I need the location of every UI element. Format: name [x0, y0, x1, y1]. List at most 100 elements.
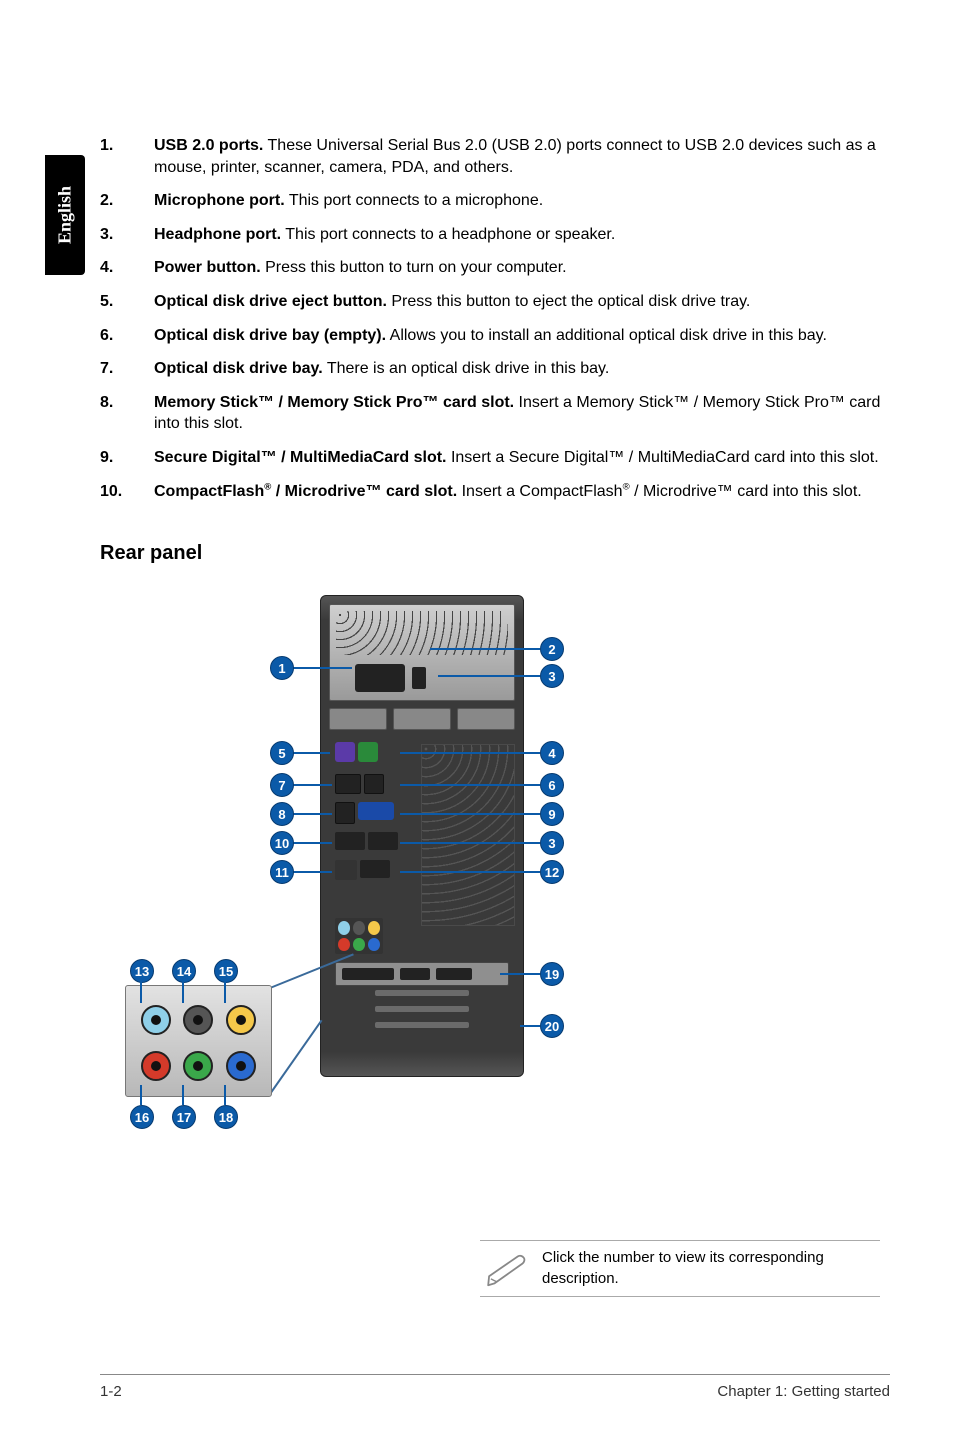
hdmi-port — [335, 774, 361, 794]
ps2-keyboard-port — [335, 742, 355, 762]
page-footer: 1-2 Chapter 1: Getting started — [100, 1374, 890, 1400]
note-text: Click the number to view its correspondi… — [536, 1248, 880, 1289]
callout-4[interactable]: 4 — [540, 741, 564, 765]
leader-line — [400, 784, 540, 786]
callout-18[interactable]: 18 — [214, 1105, 238, 1129]
callout-2[interactable]: 2 — [540, 637, 564, 661]
list-item: 3. Headphone port. This port connects to… — [100, 224, 890, 246]
item-text: Memory Stick™ / Memory Stick Pro™ card s… — [154, 392, 890, 435]
chassis-vent — [421, 744, 515, 926]
item-lead: Headphone port. — [154, 226, 281, 243]
leader-line — [292, 784, 332, 786]
item-number: 7. — [100, 358, 154, 380]
vga-port — [358, 802, 394, 820]
callout-17[interactable]: 17 — [172, 1105, 196, 1129]
item-text: CompactFlash® / Microdrive™ card slot. I… — [154, 481, 890, 503]
item-body: Allows you to install an additional opti… — [386, 327, 827, 344]
list-item: 8. Memory Stick™ / Memory Stick Pro™ car… — [100, 392, 890, 435]
leader-line — [400, 842, 540, 844]
gfx-vga — [436, 968, 472, 980]
audio-jack-block — [335, 918, 383, 954]
item-lead: Optical disk drive bay. — [154, 360, 323, 377]
callout-6[interactable]: 6 — [540, 773, 564, 797]
leader-line — [140, 981, 142, 1003]
dvi-port — [335, 802, 355, 824]
note-box: Click the number to view its correspondi… — [480, 1240, 880, 1297]
usb-pair — [360, 860, 390, 878]
front-panel-list: 1. USB 2.0 ports. These Universal Serial… — [100, 135, 890, 502]
callout-1[interactable]: 1 — [270, 656, 294, 680]
callout-3[interactable]: 3 — [540, 664, 564, 688]
item-lead: Power button. — [154, 259, 261, 276]
pencil-note-icon — [480, 1248, 536, 1290]
item-number: 5. — [100, 291, 154, 313]
callout-16[interactable]: 16 — [130, 1105, 154, 1129]
leader-line — [292, 752, 330, 754]
callout-15[interactable]: 15 — [214, 959, 238, 983]
item-number: 8. — [100, 392, 154, 435]
item-lead: USB 2.0 ports. — [154, 137, 263, 154]
rear-panel-heading: Rear panel — [100, 542, 890, 565]
list-item: 6. Optical disk drive bay (empty). Allow… — [100, 325, 890, 347]
leader-line — [400, 813, 540, 815]
list-item: 4. Power button. Press this button to tu… — [100, 257, 890, 279]
item-number: 9. — [100, 447, 154, 469]
item-lead: Optical disk drive bay (empty). — [154, 327, 386, 344]
page-number: 1-2 — [100, 1383, 122, 1400]
callout-11[interactable]: 11 — [270, 860, 294, 884]
callout-14[interactable]: 14 — [172, 959, 196, 983]
leader-line — [224, 1085, 226, 1105]
list-item: 1. USB 2.0 ports. These Universal Serial… — [100, 135, 890, 178]
jack-lightblue — [141, 1005, 171, 1035]
item-body: Insert a Secure Digital™ / MultiMediaCar… — [447, 449, 879, 466]
leader-line — [438, 675, 540, 677]
list-item: 5. Optical disk drive eject button. Pres… — [100, 291, 890, 313]
gfx-hdmi — [400, 968, 430, 980]
item-number: 4. — [100, 257, 154, 279]
item-body-html: Insert a CompactFlash® / Microdrive™ car… — [457, 483, 862, 500]
psu-illustration — [329, 604, 515, 701]
item-number: 10. — [100, 481, 154, 503]
leader-line — [292, 842, 332, 844]
callout-3b[interactable]: 3 — [540, 831, 564, 855]
callout-20[interactable]: 20 — [540, 1014, 564, 1038]
usb-pair — [335, 832, 365, 850]
callout-7[interactable]: 7 — [270, 773, 294, 797]
leader-line — [224, 981, 226, 1003]
jack-yellow — [226, 1005, 256, 1035]
item-body: This port connects to a headphone or spe… — [281, 226, 615, 243]
item-text: Microphone port. This port connects to a… — [154, 190, 890, 212]
jack-grey — [183, 1005, 213, 1035]
voltage-switch — [412, 667, 426, 689]
item-number: 3. — [100, 224, 154, 246]
list-item: 7. Optical disk drive bay. There is an o… — [100, 358, 890, 380]
callout-19[interactable]: 19 — [540, 962, 564, 986]
item-number: 6. — [100, 325, 154, 347]
callout-9[interactable]: 9 — [540, 802, 564, 826]
expansion-slots — [335, 990, 509, 1062]
item-text: Optical disk drive eject button. Press t… — [154, 291, 890, 313]
motherboard-io — [335, 740, 415, 912]
item-lead: Optical disk drive eject button. — [154, 293, 387, 310]
leader-line — [292, 667, 352, 669]
leader-line — [400, 752, 540, 754]
leader-line — [292, 871, 332, 873]
callout-13[interactable]: 13 — [130, 959, 154, 983]
leader-line — [182, 981, 184, 1003]
callout-10[interactable]: 10 — [270, 831, 294, 855]
callout-8[interactable]: 8 — [270, 802, 294, 826]
jack-blue — [226, 1051, 256, 1081]
leader-line — [430, 648, 540, 650]
ps2-mouse-port — [358, 742, 378, 762]
item-number: 1. — [100, 135, 154, 178]
item-text: Optical disk drive bay. There is an opti… — [154, 358, 890, 380]
item-lead: Microphone port. — [154, 192, 285, 209]
item-body: There is an optical disk drive in this b… — [323, 360, 610, 377]
list-item: 9. Secure Digital™ / MultiMediaCard slot… — [100, 447, 890, 469]
io-blanks — [329, 708, 515, 730]
callout-5[interactable]: 5 — [270, 741, 294, 765]
item-body: These Universal Serial Bus 2.0 (USB 2.0)… — [154, 137, 876, 176]
leader-line — [520, 1025, 540, 1027]
list-item: 2. Microphone port. This port connects t… — [100, 190, 890, 212]
callout-12[interactable]: 12 — [540, 860, 564, 884]
